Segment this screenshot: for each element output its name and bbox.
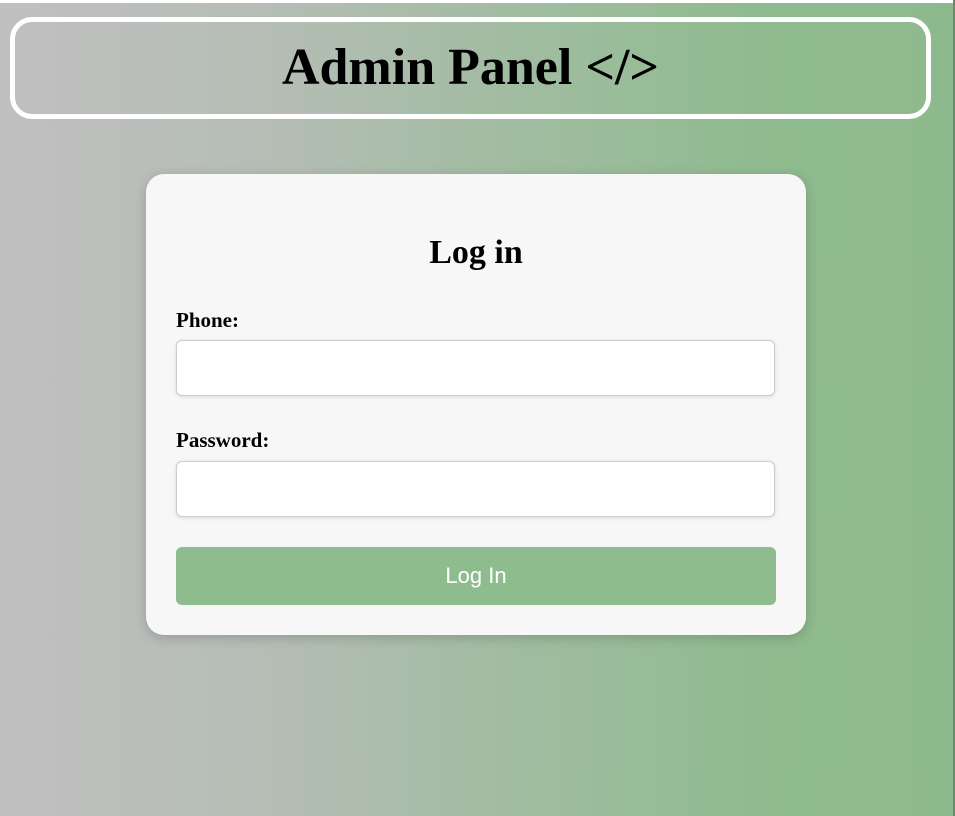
phone-label: Phone: [176, 308, 239, 332]
login-card: Log in Phone: Password: Log In [146, 174, 806, 635]
login-button[interactable]: Log In [176, 547, 776, 605]
page-title: Admin Panel </> [281, 39, 660, 96]
password-label: Password: [176, 428, 270, 452]
login-title: Log in [429, 234, 523, 271]
admin-panel-header: Admin Panel </> [10, 17, 931, 119]
password-input[interactable] [176, 461, 775, 517]
phone-input[interactable] [176, 340, 775, 396]
top-edge-line [0, 0, 955, 3]
